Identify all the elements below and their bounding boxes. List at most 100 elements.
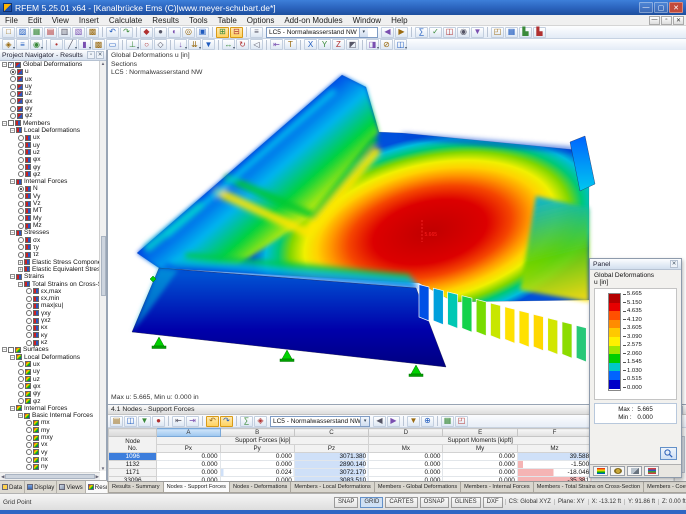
isometric-view-icon[interactable]: ◩: [346, 39, 359, 50]
navigator-tab-data[interactable]: Data: [0, 481, 25, 493]
radio-button[interactable]: [10, 91, 16, 97]
node-number-cell[interactable]: 1132: [109, 461, 157, 469]
scroll-thumb[interactable]: [5, 474, 94, 479]
navigator-tab-views[interactable]: Views: [57, 481, 85, 493]
tree-item[interactable]: vx: [0, 441, 100, 448]
value-cell[interactable]: 0.000: [443, 469, 517, 477]
radio-button[interactable]: [18, 383, 24, 389]
load-case-select[interactable]: LC5 - Normalwasserstand NW▾: [270, 416, 370, 427]
radio-button[interactable]: [18, 215, 24, 221]
tree-item[interactable]: κy: [0, 332, 100, 339]
radio-button[interactable]: [26, 427, 32, 433]
value-cell[interactable]: 2890.140: [294, 461, 368, 469]
clipping-icon[interactable]: ⊘: [380, 39, 393, 50]
table-tab-7[interactable]: Members - Coefficients for Buckling: [643, 482, 686, 493]
maximize-button[interactable]: ▢: [654, 2, 668, 13]
new-window-icon[interactable]: ◰: [491, 27, 504, 38]
value-cell[interactable]: 0.000: [157, 453, 220, 461]
tree-item[interactable]: ny: [0, 463, 100, 470]
value-cell[interactable]: 39.588: [517, 453, 591, 461]
checkbox[interactable]: ✓: [8, 62, 14, 68]
radio-button[interactable]: [10, 76, 16, 82]
tree-item[interactable]: −Surfaces: [0, 346, 100, 353]
panel-close-icon[interactable]: ✕: [670, 260, 678, 268]
support-icon[interactable]: ⊥▾: [126, 39, 139, 50]
radio-button[interactable]: [10, 113, 16, 119]
search-icon[interactable]: ●: [152, 416, 165, 427]
tree-item[interactable]: −Total Strains on Cross-Se: [0, 280, 100, 287]
calculate-icon[interactable]: ∑: [415, 27, 428, 38]
project-folder-icon[interactable]: ▣: [196, 27, 209, 38]
mdi-close-button[interactable]: ✕: [673, 16, 684, 25]
radio-button[interactable]: [26, 449, 32, 455]
tree-item[interactable]: φz: [0, 171, 100, 178]
redo-icon[interactable]: ↷: [120, 27, 133, 38]
hide-tables-icon[interactable]: ⊟: [230, 27, 243, 38]
column-header-mx[interactable]: Mx: [369, 445, 443, 453]
panel-zoom-button[interactable]: [660, 447, 677, 460]
tree-item[interactable]: φy: [0, 163, 100, 170]
radio-button[interactable]: [18, 157, 24, 163]
radio-button[interactable]: [18, 149, 24, 155]
visibility-icon[interactable]: ◉: [457, 27, 470, 38]
tree-item[interactable]: −Strains: [0, 273, 100, 280]
nodal-load-icon[interactable]: ↓▾: [174, 39, 187, 50]
member-load-icon[interactable]: ⇊▾: [188, 39, 201, 50]
grid-corner[interactable]: [109, 429, 157, 437]
area-load-icon[interactable]: ▼: [202, 39, 215, 50]
tree-item[interactable]: N: [0, 185, 100, 192]
collapse-icon[interactable]: −: [2, 347, 7, 352]
value-cell[interactable]: 0.000: [369, 453, 443, 461]
mirror-icon[interactable]: ◁: [250, 39, 263, 50]
tree-item[interactable]: −Internal Forces: [0, 178, 100, 185]
tree-item[interactable]: vy: [0, 449, 100, 456]
checkbox[interactable]: [8, 347, 14, 353]
tree-item[interactable]: uy: [0, 141, 100, 148]
radio-button[interactable]: [26, 318, 32, 324]
collapse-icon[interactable]: −: [10, 355, 15, 360]
collapse-icon[interactable]: −: [18, 282, 23, 287]
settings-icon[interactable]: ◎: [182, 27, 195, 38]
tree-item[interactable]: max|εu|: [0, 302, 100, 309]
radio-button[interactable]: [26, 420, 32, 426]
tree-item[interactable]: −Basic Internal Forces: [0, 412, 100, 419]
scroll-down-icon[interactable]: ▼: [101, 466, 105, 471]
display-properties-icon[interactable]: ◫▾: [394, 39, 407, 50]
pin-icon[interactable]: ▫: [87, 51, 95, 59]
radio-button[interactable]: [10, 69, 16, 75]
radio-button[interactable]: [18, 201, 24, 207]
radio-button[interactable]: [18, 135, 24, 141]
mdi-minimize-button[interactable]: —: [649, 16, 660, 25]
radio-button[interactable]: [18, 208, 24, 214]
radio-button[interactable]: [18, 237, 24, 243]
value-cell[interactable]: 3072.170: [294, 469, 368, 477]
table-to-graphic-icon[interactable]: ◫: [124, 416, 137, 427]
radio-button[interactable]: [18, 142, 24, 148]
next-load-case-icon[interactable]: ▶: [395, 27, 408, 38]
sort-icon[interactable]: ▼: [138, 416, 151, 427]
menu-calculate[interactable]: Calculate: [104, 15, 147, 25]
panel-tab-levels[interactable]: [644, 466, 659, 476]
close-icon[interactable]: ✕: [96, 51, 104, 59]
tree-item[interactable]: uy: [0, 368, 100, 375]
value-cell[interactable]: 0.000: [157, 469, 220, 477]
radio-button[interactable]: [18, 376, 24, 382]
radio-button[interactable]: [26, 457, 32, 463]
toggle-cartes[interactable]: CARTES: [385, 497, 417, 508]
menu-options[interactable]: Options: [242, 15, 280, 25]
column-header-py[interactable]: Py: [220, 445, 294, 453]
radio-button[interactable]: [18, 361, 24, 367]
tree-item[interactable]: −Local Deformations: [0, 127, 100, 134]
tree-item[interactable]: uz: [0, 90, 100, 97]
rotate-icon[interactable]: ↻: [236, 39, 249, 50]
column-letter-B[interactable]: B: [220, 429, 294, 437]
new-icon[interactable]: □: [2, 27, 15, 38]
chevron-down-icon[interactable]: ▾: [359, 28, 368, 37]
pdf-export-icon[interactable]: ▙: [519, 27, 532, 38]
tree-item[interactable]: τy: [0, 244, 100, 251]
value-cell[interactable]: 0.000: [443, 461, 517, 469]
tree-item[interactable]: nx: [0, 456, 100, 463]
tree-item[interactable]: −Stresses: [0, 229, 100, 236]
eccentricity-icon[interactable]: ◇: [154, 39, 167, 50]
excel-export-icon[interactable]: ▦: [441, 416, 454, 427]
